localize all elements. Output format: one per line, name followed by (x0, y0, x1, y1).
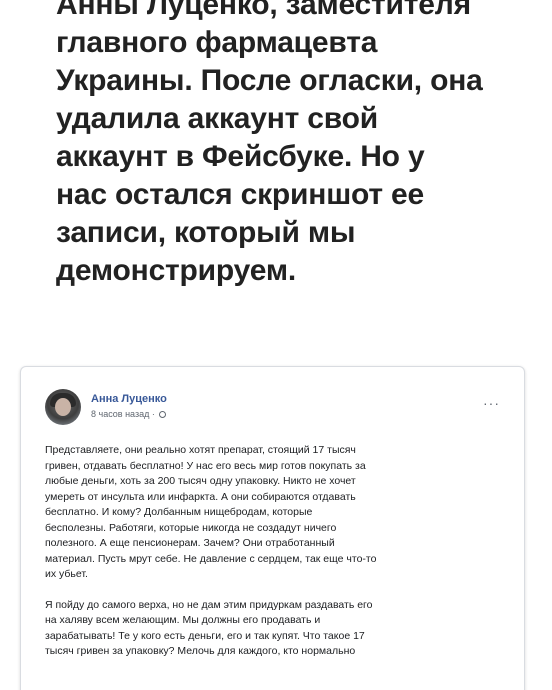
post-line: гривен, отдавать бесплатно! У нас его ве… (45, 459, 366, 472)
headline-line: демонстрируем. (56, 254, 296, 287)
headline-line: главного фармацевта (56, 26, 378, 59)
post-paragraph: Представляете, они реально хотят препара… (45, 443, 505, 583)
post-time-text: 8 часов назад · (91, 409, 155, 419)
headline-text: Анны Луценко, заместителя главного фарма… (56, 0, 546, 290)
headline-line: Украины. После огласки, она (56, 64, 483, 97)
post-line: бесплатно. И кому? Долбанным нищебродам,… (45, 506, 313, 518)
more-options-icon[interactable]: ··· (483, 395, 500, 411)
post-line: Представляете, они реально хотят препара… (45, 444, 356, 456)
post-line: материал. Пусть мрут себе. Не давление с… (45, 552, 377, 565)
post-body-text: Представляете, они реально хотят препара… (45, 443, 505, 675)
headline-line: нас остался скриншот ее (56, 178, 424, 211)
post-line: бесполезны. Работяги, которые никогда не… (45, 521, 337, 534)
headline-line: аккаунт в Фейсбуке. Но у (56, 140, 425, 173)
post-line: на халяву всем желающим. Мы должны его п… (45, 614, 321, 626)
avatar-face (55, 398, 71, 416)
post-line: полезного. А еще пенсионерам. Зачем? Они… (45, 537, 335, 549)
post-line: тысяч гривен за упаковку? Мелочь для каж… (45, 645, 356, 657)
post-header: Анна Луценко 8 часов назад · ··· (45, 389, 504, 429)
post-line: Я пойду до самого верха, но не дам этим … (45, 598, 373, 611)
headline-line: записи, который мы (56, 216, 356, 249)
headline-line: удалила аккаунт свой (56, 102, 378, 135)
post-line: любые деньги, хоть за 200 тысяч одну упа… (45, 475, 356, 487)
post-line: их убьет. (45, 568, 88, 580)
post-paragraph: Я пойду до самого верха, но не дам этим … (45, 598, 505, 660)
headline-line: Анны Луценко, заместителя (56, 0, 471, 21)
globe-icon (159, 411, 167, 418)
post-line: зарабатывать! Те у кого есть деньги, его… (45, 629, 365, 642)
post-line: умереть от инсульта или инфаркта. А они … (45, 490, 356, 503)
facebook-post-screenshot: Анна Луценко 8 часов назад · ··· Предста… (20, 366, 525, 690)
avatar[interactable] (45, 389, 81, 425)
post-timestamp[interactable]: 8 часов назад · (91, 409, 167, 419)
post-author-name[interactable]: Анна Луценко (91, 393, 167, 405)
